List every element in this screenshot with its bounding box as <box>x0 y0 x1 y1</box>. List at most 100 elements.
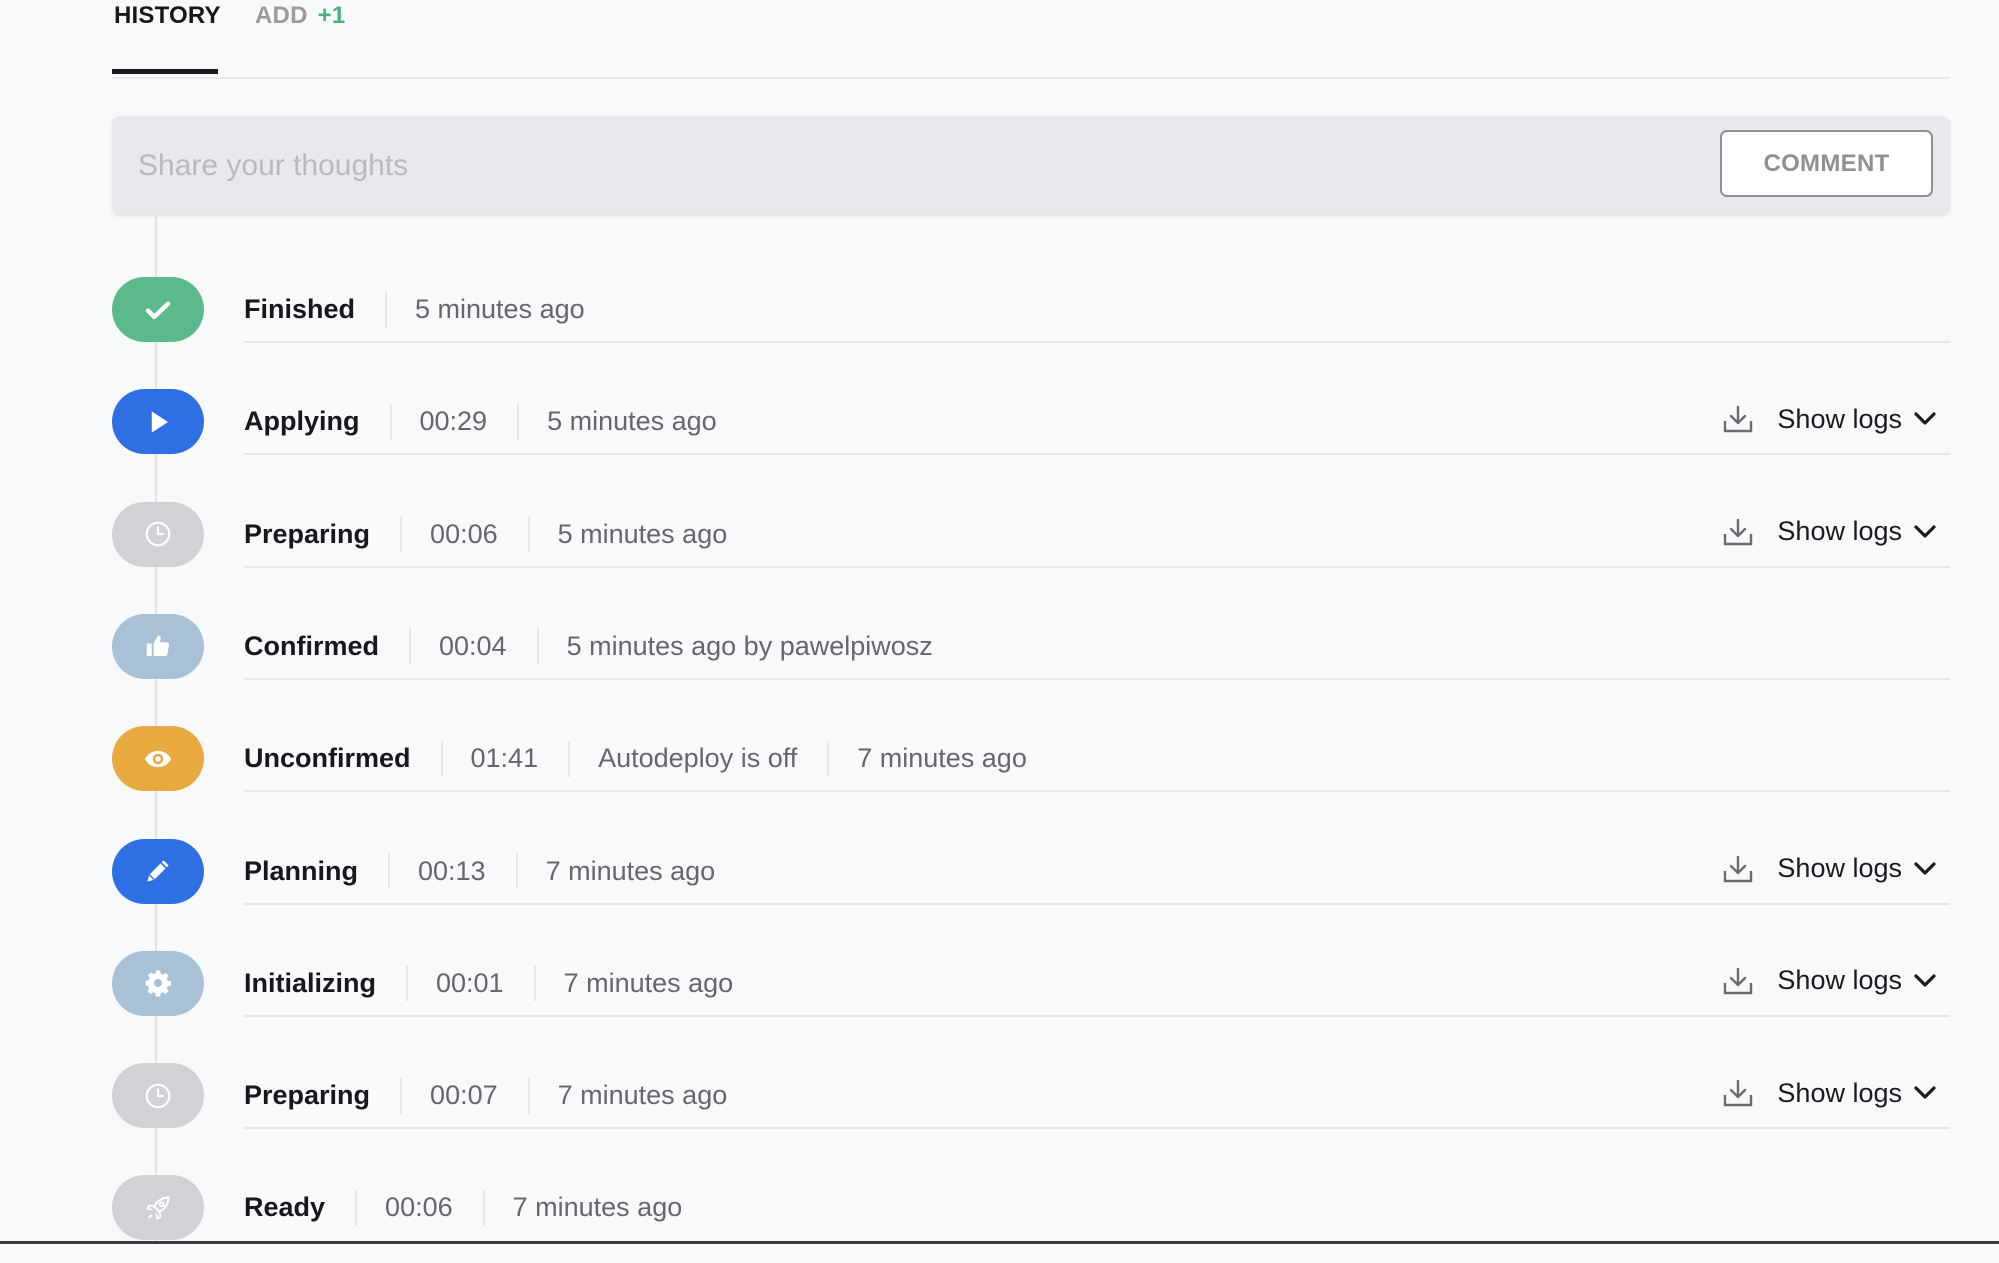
download-icon[interactable] <box>1723 1079 1753 1107</box>
row-divider <box>244 902 1950 905</box>
history-row: Planning 00:13 7 minutes ago Show logs <box>112 815 1950 927</box>
download-icon[interactable] <box>1723 405 1753 433</box>
status-badge <box>112 726 204 792</box>
row-divider <box>244 565 1950 568</box>
comment-button[interactable]: COMMENT <box>1720 130 1933 197</box>
row-content: Preparing 00:06 5 minutes ago <box>244 502 1950 567</box>
timestamp: 7 minutes ago <box>827 740 1027 777</box>
row-content: Applying 00:29 5 minutes ago <box>244 389 1950 454</box>
duration: 00:01 <box>406 965 504 1002</box>
download-icon[interactable] <box>1723 518 1753 546</box>
show-logs-label: Show logs <box>1777 1077 1902 1108</box>
check-icon <box>143 295 173 325</box>
timestamp: 7 minutes ago <box>482 1189 682 1226</box>
chevron-down-icon <box>1914 524 1936 538</box>
chevron-down-icon <box>1914 1086 1936 1099</box>
row-content: Unconfirmed 01:41 Autodeploy is off 7 minut… <box>244 726 1950 791</box>
status-label: Preparing <box>244 518 371 549</box>
history-row: Initializing 00:01 7 minutes ago Show logs <box>112 927 1950 1039</box>
thumbs-up-icon <box>143 631 173 661</box>
row-divider <box>244 1127 1950 1130</box>
row-divider <box>244 1014 1950 1017</box>
duration: 00:06 <box>355 1189 453 1226</box>
status-badge <box>112 389 204 455</box>
status-badge <box>112 501 204 567</box>
show-logs-label: Show logs <box>1777 853 1902 883</box>
row-divider <box>244 790 1950 793</box>
comment-input[interactable] <box>136 136 1700 196</box>
duration: 00:06 <box>400 516 498 553</box>
row-content: Initializing 00:01 7 minutes ago <box>244 951 1950 1016</box>
row-content: Preparing 00:07 7 minutes ago <box>244 1063 1950 1128</box>
duration: 00:04 <box>409 628 507 665</box>
row-divider <box>244 677 1950 680</box>
duration: 00:13 <box>388 853 486 889</box>
show-logs-button[interactable]: Show logs <box>1723 1063 1936 1123</box>
clock-icon <box>143 519 173 549</box>
tab-add-label: ADD <box>255 2 308 29</box>
tab-history[interactable]: HISTORY <box>114 2 221 30</box>
history-row: Applying 00:29 5 minutes ago Show logs <box>112 365 1950 477</box>
row-content: Ready 00:06 7 minutes ago <box>244 1175 1950 1240</box>
show-logs-button[interactable]: Show logs <box>1723 502 1936 562</box>
row-content: Finished 5 minutes ago <box>244 277 1950 342</box>
timestamp: 7 minutes ago <box>515 853 715 889</box>
eye-icon <box>143 744 173 774</box>
show-logs-button[interactable]: Show logs <box>1723 389 1936 449</box>
row-divider <box>244 453 1950 456</box>
duration: 00:07 <box>400 1077 498 1114</box>
comment-box: COMMENT <box>112 116 1950 214</box>
status-label: Unconfirmed <box>244 743 411 774</box>
timestamp: 5 minutes ago <box>527 516 727 553</box>
chevron-down-icon <box>1914 412 1936 425</box>
status-badge <box>112 613 204 679</box>
history-row: Finished 5 minutes ago <box>112 253 1950 365</box>
active-tab-indicator <box>112 69 218 74</box>
chevron-down-icon <box>1914 974 1936 987</box>
rocket-icon <box>143 1193 173 1223</box>
history-row: Confirmed 00:04 5 minutes ago by pawelpiwo… <box>112 590 1950 702</box>
status-label: Finished <box>244 294 356 324</box>
timestamp: 5 minutes ago <box>385 291 585 328</box>
status-badge <box>112 838 204 904</box>
download-icon[interactable] <box>1723 967 1753 995</box>
tab-add[interactable]: ADD +1 <box>255 2 345 30</box>
pencil-icon <box>143 856 173 886</box>
gear-icon <box>143 968 173 998</box>
play-icon <box>143 407 173 437</box>
status-label: Initializing <box>244 967 376 998</box>
status-label: Preparing <box>244 1080 371 1111</box>
show-logs-label: Show logs <box>1777 516 1902 547</box>
show-logs-label: Show logs <box>1777 965 1902 996</box>
tab-add-count-badge: +1 <box>317 2 346 29</box>
timestamp: 7 minutes ago <box>527 1077 727 1114</box>
status-badge <box>112 1175 204 1241</box>
status-label: Planning <box>244 855 358 886</box>
duration: 00:29 <box>389 403 487 440</box>
history-row: Preparing 00:06 5 minutes ago Show logs <box>112 478 1950 590</box>
row-divider <box>244 341 1950 343</box>
status-label: Applying <box>244 406 360 437</box>
clock-icon <box>143 1081 173 1111</box>
status-badge <box>112 950 204 1016</box>
row-content: Confirmed 00:04 5 minutes ago by pawelpiwo… <box>244 614 1950 679</box>
show-logs-label: Show logs <box>1777 403 1902 434</box>
row-content: Planning 00:13 7 minutes ago <box>244 839 1950 904</box>
timestamp: 7 minutes ago <box>533 965 733 1002</box>
status-badge <box>112 1063 204 1129</box>
download-icon[interactable] <box>1723 855 1753 883</box>
timestamp: 5 minutes ago by pawelpiwosz <box>536 628 933 665</box>
timestamp: 5 minutes ago <box>517 403 717 440</box>
history-tabs: HISTORY ADD +1 <box>112 0 1950 79</box>
status-badge <box>112 277 204 342</box>
meta-text: Autodeploy is off <box>568 740 797 777</box>
duration: 01:41 <box>440 740 538 777</box>
chevron-down-icon <box>1914 861 1936 875</box>
show-logs-button[interactable]: Show logs <box>1723 839 1936 899</box>
status-label: Ready <box>244 1192 326 1223</box>
status-label: Confirmed <box>244 630 379 661</box>
show-logs-button[interactable]: Show logs <box>1723 951 1936 1011</box>
history-row: Preparing 00:07 7 minutes ago Show logs <box>112 1039 1950 1151</box>
history-row: Unconfirmed 01:41 Autodeploy is off 7 minut… <box>112 702 1950 814</box>
history-row: Ready 00:06 7 minutes ago <box>112 1151 1950 1263</box>
